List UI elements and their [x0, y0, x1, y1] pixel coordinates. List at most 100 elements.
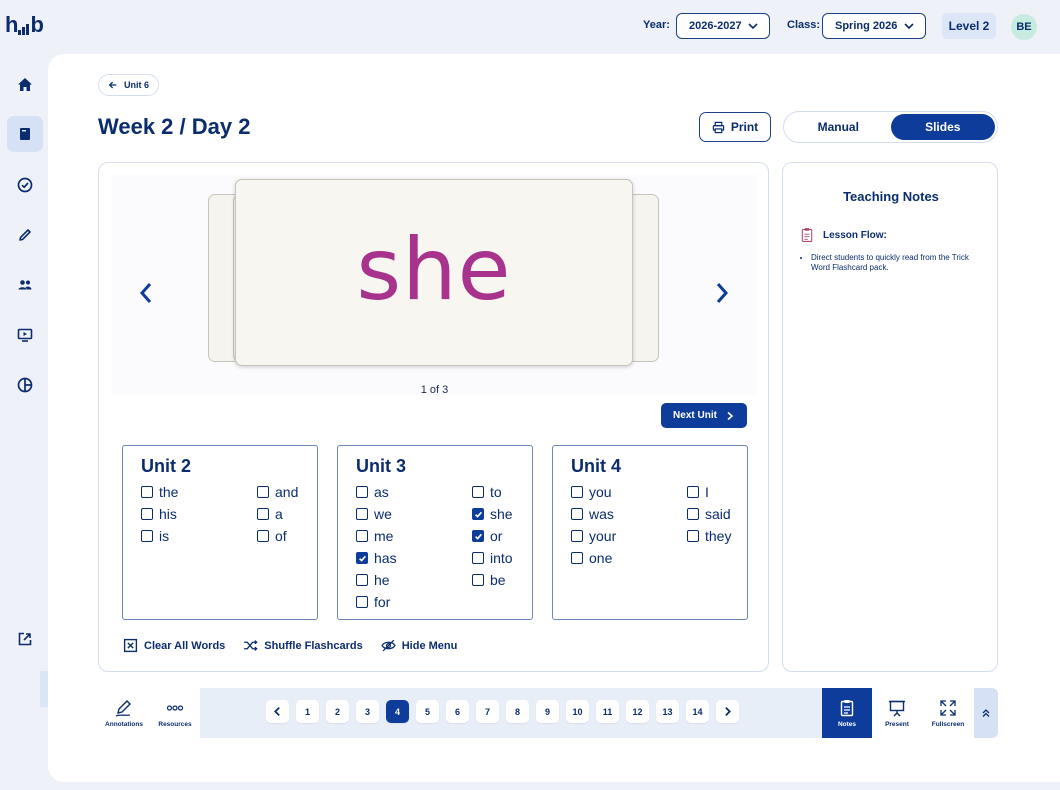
- word-item[interactable]: of: [257, 528, 317, 544]
- word-item[interactable]: was: [571, 506, 687, 522]
- word-item[interactable]: his: [141, 506, 257, 522]
- word-checkbox[interactable]: [472, 508, 484, 520]
- word-item[interactable]: to: [472, 484, 532, 500]
- word-checkbox[interactable]: [141, 486, 153, 498]
- word-checkbox[interactable]: [472, 574, 484, 586]
- hide-menu-button[interactable]: Hide Menu: [381, 638, 457, 653]
- sidebar-item-home[interactable]: [7, 67, 43, 103]
- flashcard[interactable]: she: [235, 179, 633, 366]
- sidebar-item-students[interactable]: [7, 267, 43, 303]
- word-checkbox[interactable]: [356, 486, 368, 498]
- word-item[interactable]: you: [571, 484, 687, 500]
- word-label: for: [374, 594, 391, 610]
- word-checkbox[interactable]: [571, 552, 583, 564]
- shuffle-flashcards-button[interactable]: Shuffle Flashcards: [243, 638, 363, 653]
- sidebar-item-reports[interactable]: [7, 367, 43, 403]
- word-item[interactable]: they: [687, 528, 747, 544]
- page-button-12[interactable]: 12: [626, 700, 649, 723]
- sidebar-item-lessons[interactable]: [7, 116, 43, 152]
- clear-all-words-button[interactable]: Clear All Words: [123, 638, 225, 653]
- word-item[interactable]: one: [571, 550, 687, 566]
- word-checkbox[interactable]: [687, 530, 699, 542]
- slides-tab[interactable]: Slides: [890, 114, 995, 140]
- word-checkbox[interactable]: [472, 530, 484, 542]
- manual-tab[interactable]: Manual: [786, 114, 891, 140]
- next-page-button[interactable]: [716, 700, 739, 723]
- word-item[interactable]: has: [356, 550, 472, 566]
- page-button-3[interactable]: 3: [356, 700, 379, 723]
- word-item[interactable]: into: [472, 550, 532, 566]
- word-checkbox[interactable]: [141, 530, 153, 542]
- word-item[interactable]: your: [571, 528, 687, 544]
- word-item[interactable]: or: [472, 528, 532, 544]
- next-unit-button[interactable]: Next Unit: [661, 403, 747, 428]
- word-label: of: [275, 528, 287, 544]
- word-item[interactable]: she: [472, 506, 532, 522]
- word-checkbox[interactable]: [356, 574, 368, 586]
- page-button-8[interactable]: 8: [506, 700, 529, 723]
- page-button-5[interactable]: 5: [416, 700, 439, 723]
- year-select[interactable]: 2026-2027: [676, 13, 770, 39]
- back-to-unit-button[interactable]: Unit 6: [98, 74, 160, 96]
- class-select[interactable]: Spring 2026: [822, 13, 926, 39]
- word-item[interactable]: he: [356, 572, 472, 588]
- word-checkbox[interactable]: [687, 486, 699, 498]
- book-icon: [20, 128, 30, 140]
- more-dots-icon: [166, 705, 184, 711]
- word-checkbox[interactable]: [571, 508, 583, 520]
- word-checkbox[interactable]: [687, 508, 699, 520]
- word-checkbox[interactable]: [356, 552, 368, 564]
- print-button[interactable]: Print: [699, 112, 771, 142]
- level-badge[interactable]: Level 2: [942, 13, 996, 39]
- fullscreen-button[interactable]: Fullscreen: [922, 688, 974, 738]
- word-item[interactable]: be: [472, 572, 532, 588]
- word-checkbox[interactable]: [356, 530, 368, 542]
- sidebar-item-external[interactable]: [7, 621, 43, 657]
- page-button-4[interactable]: 4: [386, 700, 409, 723]
- previous-page-button[interactable]: [266, 700, 289, 723]
- word-item[interactable]: a: [257, 506, 317, 522]
- word-checkbox[interactable]: [257, 530, 269, 542]
- word-checkbox[interactable]: [472, 486, 484, 498]
- annotations-button[interactable]: Annotations: [98, 688, 150, 738]
- page-button-14[interactable]: 14: [686, 700, 709, 723]
- word-checkbox[interactable]: [257, 508, 269, 520]
- word-item[interactable]: and: [257, 484, 317, 500]
- sidebar-item-present[interactable]: [7, 317, 43, 353]
- sidebar-item-writing[interactable]: [7, 217, 43, 253]
- word-checkbox[interactable]: [356, 508, 368, 520]
- presentation-icon: [17, 328, 33, 342]
- word-checkbox[interactable]: [571, 530, 583, 542]
- word-checkbox[interactable]: [356, 596, 368, 608]
- word-item[interactable]: we: [356, 506, 472, 522]
- hub-logo[interactable]: h b: [5, 12, 44, 38]
- page-button-1[interactable]: 1: [296, 700, 319, 723]
- resources-button[interactable]: Resources: [150, 688, 200, 738]
- word-item[interactable]: as: [356, 484, 472, 500]
- page-button-6[interactable]: 6: [446, 700, 469, 723]
- present-button[interactable]: Present: [872, 688, 922, 738]
- page-button-9[interactable]: 9: [536, 700, 559, 723]
- notes-button[interactable]: Notes: [822, 688, 872, 738]
- word-item[interactable]: said: [687, 506, 747, 522]
- user-avatar[interactable]: BE: [1011, 14, 1037, 40]
- word-checkbox[interactable]: [257, 486, 269, 498]
- word-checkbox[interactable]: [141, 508, 153, 520]
- previous-card-button[interactable]: [134, 278, 158, 308]
- page-button-10[interactable]: 10: [566, 700, 589, 723]
- page-button-7[interactable]: 7: [476, 700, 499, 723]
- word-item[interactable]: me: [356, 528, 472, 544]
- word-item[interactable]: I: [687, 484, 747, 500]
- page-button-2[interactable]: 2: [326, 700, 349, 723]
- word-item[interactable]: the: [141, 484, 257, 500]
- word-label: we: [374, 506, 392, 522]
- page-button-11[interactable]: 11: [596, 700, 619, 723]
- word-checkbox[interactable]: [571, 486, 583, 498]
- word-item[interactable]: is: [141, 528, 257, 544]
- collapse-toolbar-button[interactable]: [974, 688, 998, 738]
- next-card-button[interactable]: [710, 278, 734, 308]
- word-item[interactable]: for: [356, 594, 472, 610]
- word-checkbox[interactable]: [472, 552, 484, 564]
- page-button-13[interactable]: 13: [656, 700, 679, 723]
- sidebar-item-assessments[interactable]: [7, 167, 43, 203]
